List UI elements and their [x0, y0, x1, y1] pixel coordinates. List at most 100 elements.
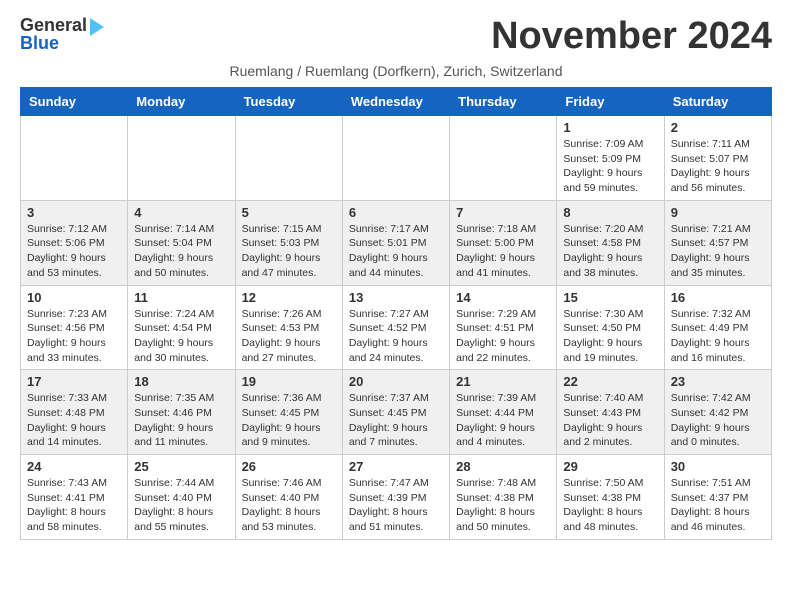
table-row: 3Sunrise: 7:12 AM Sunset: 5:06 PM Daylig… [21, 200, 128, 285]
day-info: Sunrise: 7:35 AM Sunset: 4:46 PM Dayligh… [134, 391, 228, 450]
day-info: Sunrise: 7:15 AM Sunset: 5:03 PM Dayligh… [242, 222, 336, 281]
day-info: Sunrise: 7:27 AM Sunset: 4:52 PM Dayligh… [349, 307, 443, 366]
day-info: Sunrise: 7:23 AM Sunset: 4:56 PM Dayligh… [27, 307, 121, 366]
table-row: 12Sunrise: 7:26 AM Sunset: 4:53 PM Dayli… [235, 285, 342, 370]
table-row: 24 Sunrise: 7:43 AM Sunset: 4:41 PM Dayli… [21, 455, 128, 540]
day-number: 14 [456, 290, 550, 305]
day-number: 26 [242, 459, 336, 474]
table-row: 6 Sunrise: 7:17 AM Sunset: 5:01 PM Daylig… [342, 200, 449, 285]
day-number: 3 [27, 205, 121, 220]
day-number: 17 [27, 374, 121, 389]
day-info: Sunrise: 7:09 AM Sunset: 5:09 PM Dayligh… [563, 137, 657, 196]
logo: General Blue [20, 15, 104, 54]
day-info: Sunrise: 7:17 AM Sunset: 5:01 PM Dayligh… [349, 222, 443, 281]
calendar-week-row: 17 Sunrise: 7:33 AM Sunset: 4:48 PM Dayli… [21, 370, 772, 455]
day-info: Sunrise: 7:40 AM Sunset: 4:43 PM Dayligh… [563, 391, 657, 450]
table-row: 30 Sunrise: 7:51 AM Sunset: 4:37 PM Dayli… [664, 455, 771, 540]
day-info: Sunrise: 7:43 AM Sunset: 4:41 PM Dayligh… [27, 476, 121, 535]
calendar-week-row: 1 Sunrise: 7:09 AM Sunset: 5:09 PM Daylig… [21, 116, 772, 201]
day-number: 6 [349, 205, 443, 220]
table-row: 17 Sunrise: 7:33 AM Sunset: 4:48 PM Dayli… [21, 370, 128, 455]
table-row: 23 Sunrise: 7:42 AM Sunset: 4:42 PM Dayli… [664, 370, 771, 455]
table-row: 25 Sunrise: 7:44 AM Sunset: 4:40 PM Dayli… [128, 455, 235, 540]
calendar-table: Sunday Monday Tuesday Wednesday Thursday… [20, 87, 772, 540]
table-row: 18 Sunrise: 7:35 AM Sunset: 4:46 PM Dayli… [128, 370, 235, 455]
day-number: 15 [563, 290, 657, 305]
day-info: Sunrise: 7:11 AM Sunset: 5:07 PM Dayligh… [671, 137, 765, 196]
table-row: 27 Sunrise: 7:47 AM Sunset: 4:39 PM Dayli… [342, 455, 449, 540]
day-info: Sunrise: 7:29 AM Sunset: 4:51 PM Dayligh… [456, 307, 550, 366]
col-tuesday: Tuesday [235, 88, 342, 116]
day-number: 28 [456, 459, 550, 474]
table-row [342, 116, 449, 201]
table-row: 7Sunrise: 7:18 AM Sunset: 5:00 PM Daylig… [450, 200, 557, 285]
table-row: 11Sunrise: 7:24 AM Sunset: 4:54 PM Dayli… [128, 285, 235, 370]
table-row: 4 Sunrise: 7:14 AM Sunset: 5:04 PM Daylig… [128, 200, 235, 285]
table-row: 13 Sunrise: 7:27 AM Sunset: 4:52 PM Dayli… [342, 285, 449, 370]
day-info: Sunrise: 7:14 AM Sunset: 5:04 PM Dayligh… [134, 222, 228, 281]
day-number: 27 [349, 459, 443, 474]
calendar-week-row: 24 Sunrise: 7:43 AM Sunset: 4:41 PM Dayli… [21, 455, 772, 540]
day-number: 1 [563, 120, 657, 135]
day-info: Sunrise: 7:33 AM Sunset: 4:48 PM Dayligh… [27, 391, 121, 450]
col-monday: Monday [128, 88, 235, 116]
table-row [21, 116, 128, 201]
table-row [235, 116, 342, 201]
table-row: 15 Sunrise: 7:30 AM Sunset: 4:50 PM Dayli… [557, 285, 664, 370]
day-number: 20 [349, 374, 443, 389]
table-row [450, 116, 557, 201]
day-number: 4 [134, 205, 228, 220]
calendar-week-row: 3Sunrise: 7:12 AM Sunset: 5:06 PM Daylig… [21, 200, 772, 285]
table-row: 5 Sunrise: 7:15 AM Sunset: 5:03 PM Daylig… [235, 200, 342, 285]
table-row: 20 Sunrise: 7:37 AM Sunset: 4:45 PM Dayli… [342, 370, 449, 455]
table-row: 29Sunrise: 7:50 AM Sunset: 4:38 PM Dayli… [557, 455, 664, 540]
day-info: Sunrise: 7:36 AM Sunset: 4:45 PM Dayligh… [242, 391, 336, 450]
table-row: 14 Sunrise: 7:29 AM Sunset: 4:51 PM Dayli… [450, 285, 557, 370]
day-number: 29 [563, 459, 657, 474]
day-number: 24 [27, 459, 121, 474]
day-info: Sunrise: 7:47 AM Sunset: 4:39 PM Dayligh… [349, 476, 443, 535]
table-row: 2 Sunrise: 7:11 AM Sunset: 5:07 PM Daylig… [664, 116, 771, 201]
logo-arrow-icon [90, 18, 104, 36]
day-info: Sunrise: 7:46 AM Sunset: 4:40 PM Dayligh… [242, 476, 336, 535]
day-info: Sunrise: 7:32 AM Sunset: 4:49 PM Dayligh… [671, 307, 765, 366]
day-number: 8 [563, 205, 657, 220]
day-info: Sunrise: 7:44 AM Sunset: 4:40 PM Dayligh… [134, 476, 228, 535]
page: General Blue November 2024 Ruemlang / Ru… [0, 0, 792, 555]
day-number: 25 [134, 459, 228, 474]
day-number: 21 [456, 374, 550, 389]
day-info: Sunrise: 7:39 AM Sunset: 4:44 PM Dayligh… [456, 391, 550, 450]
day-number: 16 [671, 290, 765, 305]
day-number: 12 [242, 290, 336, 305]
logo-blue: Blue [20, 33, 59, 54]
col-saturday: Saturday [664, 88, 771, 116]
day-info: Sunrise: 7:20 AM Sunset: 4:58 PM Dayligh… [563, 222, 657, 281]
day-info: Sunrise: 7:37 AM Sunset: 4:45 PM Dayligh… [349, 391, 443, 450]
col-friday: Friday [557, 88, 664, 116]
table-row: 9 Sunrise: 7:21 AM Sunset: 4:57 PM Daylig… [664, 200, 771, 285]
day-number: 2 [671, 120, 765, 135]
day-number: 30 [671, 459, 765, 474]
day-number: 23 [671, 374, 765, 389]
day-number: 7 [456, 205, 550, 220]
day-info: Sunrise: 7:30 AM Sunset: 4:50 PM Dayligh… [563, 307, 657, 366]
day-info: Sunrise: 7:51 AM Sunset: 4:37 PM Dayligh… [671, 476, 765, 535]
day-number: 18 [134, 374, 228, 389]
day-number: 5 [242, 205, 336, 220]
month-title: November 2024 [491, 15, 772, 58]
table-row: 26 Sunrise: 7:46 AM Sunset: 4:40 PM Dayli… [235, 455, 342, 540]
day-info: Sunrise: 7:42 AM Sunset: 4:42 PM Dayligh… [671, 391, 765, 450]
day-number: 13 [349, 290, 443, 305]
day-number: 10 [27, 290, 121, 305]
subtitle: Ruemlang / Ruemlang (Dorfkern), Zurich, … [20, 63, 772, 79]
calendar-week-row: 10 Sunrise: 7:23 AM Sunset: 4:56 PM Dayli… [21, 285, 772, 370]
table-row [128, 116, 235, 201]
col-thursday: Thursday [450, 88, 557, 116]
day-number: 19 [242, 374, 336, 389]
day-info: Sunrise: 7:48 AM Sunset: 4:38 PM Dayligh… [456, 476, 550, 535]
day-number: 9 [671, 205, 765, 220]
table-row: 19 Sunrise: 7:36 AM Sunset: 4:45 PM Dayli… [235, 370, 342, 455]
table-row: 8 Sunrise: 7:20 AM Sunset: 4:58 PM Daylig… [557, 200, 664, 285]
day-info: Sunrise: 7:24 AM Sunset: 4:54 PM Dayligh… [134, 307, 228, 366]
day-info: Sunrise: 7:21 AM Sunset: 4:57 PM Dayligh… [671, 222, 765, 281]
